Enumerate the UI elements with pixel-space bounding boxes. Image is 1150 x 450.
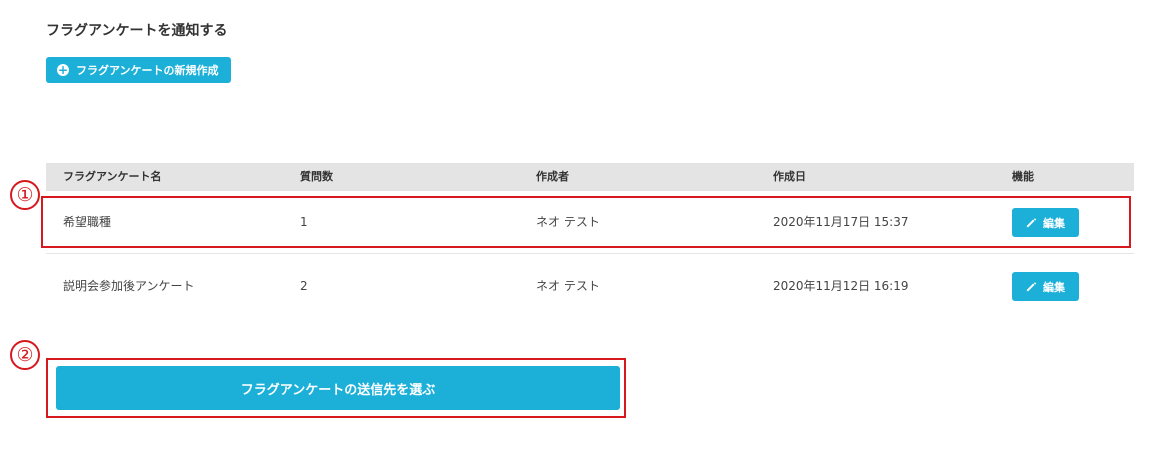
page-title: フラグアンケートを通知する xyxy=(46,23,228,39)
created-at-cell: 2020年11月12日 16:19 xyxy=(773,279,909,293)
annotation-marker-2: ② xyxy=(10,340,40,370)
edit-button[interactable]: 編集 xyxy=(1012,272,1079,301)
select-recipients-button[interactable]: フラグアンケートの送信先を選ぶ xyxy=(56,366,620,410)
author-cell: ネオ テスト xyxy=(536,279,600,293)
column-header-question-count: 質問数 xyxy=(300,170,333,183)
column-header-created-at: 作成日 xyxy=(773,170,806,183)
new-survey-button[interactable]: + フラグアンケートの新規作成 xyxy=(46,57,231,83)
column-header-name: フラグアンケート名 xyxy=(63,170,162,183)
plus-circle-icon: + xyxy=(57,63,69,77)
table-header: フラグアンケート名 質問数 作成者 作成日 機能 xyxy=(46,163,1134,191)
pencil-icon xyxy=(1026,281,1037,292)
annotation-marker-1: ① xyxy=(10,180,40,210)
question-count-cell: 2 xyxy=(300,279,308,293)
survey-name-cell: 説明会参加後アンケート xyxy=(63,279,195,293)
new-survey-button-label: フラグアンケートの新規作成 xyxy=(76,64,219,77)
page: フラグアンケートを通知する + フラグアンケートの新規作成 フラグアンケート名 … xyxy=(0,0,1150,450)
edit-button-label: 編集 xyxy=(1043,280,1065,294)
column-header-actions: 機能 xyxy=(1012,170,1034,183)
highlight-box-row xyxy=(41,196,1131,248)
row-divider xyxy=(46,253,1134,254)
column-header-author: 作成者 xyxy=(536,170,569,183)
table-row: 説明会参加後アンケート 2 ネオ テスト 2020年11月12日 16:19 編… xyxy=(46,256,1134,316)
